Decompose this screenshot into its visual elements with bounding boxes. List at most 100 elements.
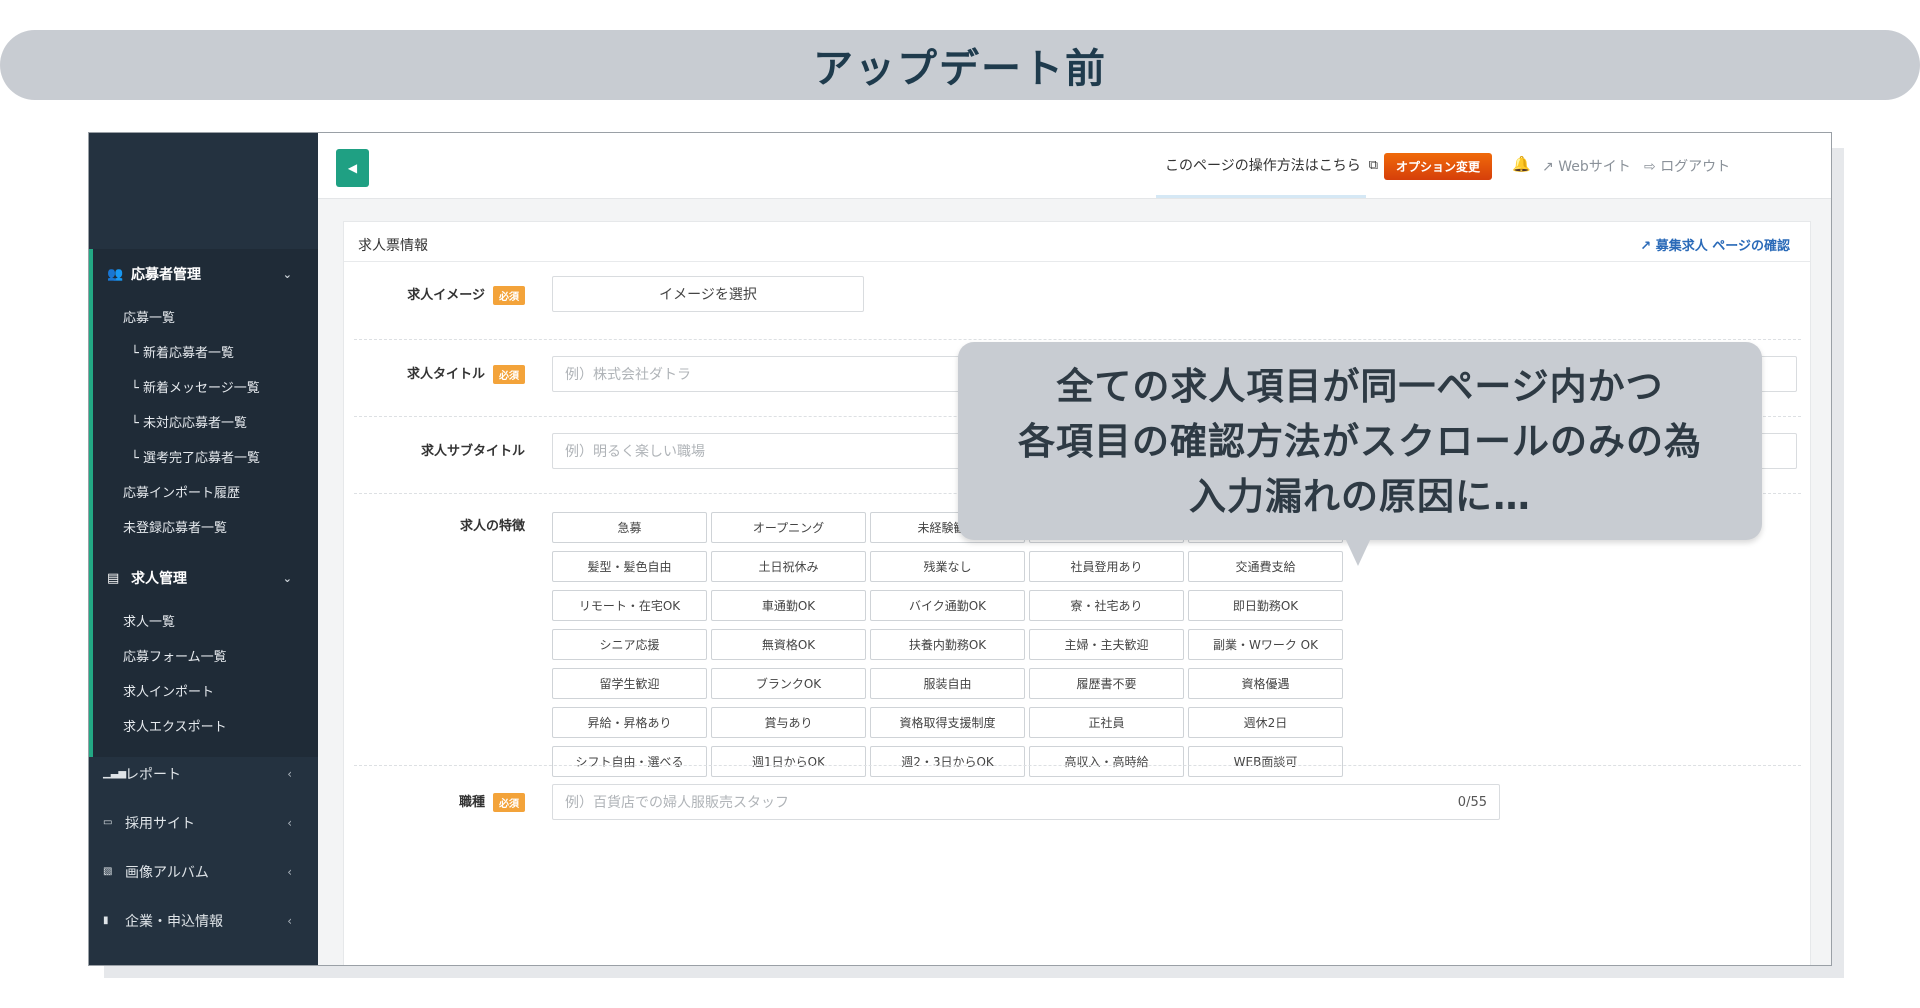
feature-tag[interactable]: 履歴書不要 [1029, 668, 1184, 699]
feature-tag[interactable]: 服装自由 [870, 668, 1025, 699]
chevron-left-icon: ‹ [287, 913, 292, 928]
sidebar-item-jobs[interactable]: ▤ 求人管理 ⌄ [93, 553, 318, 603]
feature-tag[interactable]: 副業・Wワーク OK [1188, 629, 1343, 660]
external-window-icon: ⧉ [1368, 157, 1379, 173]
sidebar-subitem[interactable]: 求人エクスポート [93, 708, 318, 743]
feature-tag[interactable]: 扶養内勤務OK [870, 629, 1025, 660]
users-icon: 👥 [107, 266, 124, 282]
feature-tag[interactable]: 交通費支給 [1188, 551, 1343, 582]
sidebar-section-jobs: ▤ 求人管理 ⌄ 求人一覧 応募フォーム一覧 求人インポート 求人エクスポート [89, 553, 318, 757]
external-link-icon: ↗ [1640, 239, 1652, 254]
feature-tag[interactable]: 資格取得支援制度 [870, 707, 1025, 738]
laptop-icon: ▭ [103, 817, 113, 828]
caret-left-icon: ◀ [347, 161, 358, 175]
feature-tag[interactable]: 残業なし [870, 551, 1025, 582]
job-type-input[interactable]: 例）百貨店での婦人服販売スタッフ 0/55 [552, 784, 1500, 820]
card-header: 求人票情報 ↗ 募集求人 ページの確認 [344, 222, 1810, 262]
chevron-down-icon: ⌄ [282, 267, 292, 281]
help-link-underline [1156, 195, 1366, 198]
required-badge: 必須 [493, 365, 525, 384]
feature-tag[interactable]: 昇給・昇格あり [552, 707, 707, 738]
image-field-label: 求人イメージ 必須 [407, 284, 525, 305]
external-link-icon: ↗ [1542, 159, 1554, 175]
sidebar-subitem[interactable]: 求人インポート [93, 673, 318, 708]
callout-bubble: 全ての求人項目が同一ページ内かつ 各項目の確認方法がスクロールのみの為 入力漏れ… [958, 342, 1762, 540]
divider [354, 765, 1801, 766]
feature-tag[interactable]: ブランクOK [711, 668, 866, 699]
feature-tag[interactable]: 正社員 [1029, 707, 1184, 738]
sidebar-item-collapsed[interactable]: ▁▃▅ レポート ‹ [89, 749, 318, 798]
sidebar-subitem[interactable]: └ 未対応応募者一覧 [93, 404, 318, 439]
callout-line: 各項目の確認方法がスクロールのみの為 [1018, 419, 1702, 463]
help-link[interactable]: このページの操作方法はこちら ⧉ [1165, 155, 1378, 175]
feature-tag[interactable]: 急募 [552, 512, 707, 543]
feature-tag[interactable]: 賞与あり [711, 707, 866, 738]
select-image-button[interactable]: イメージを選択 [552, 276, 864, 312]
job-info-card: 求人票情報 ↗ 募集求人 ページの確認 求人イメージ 必須 イメージを選択 求人タ… [343, 221, 1811, 965]
building-icon: ▮ [103, 915, 109, 926]
feature-tag-grid: 急募オープニング未経験歓迎学歴不問駅から5分以内髪型・髪色自由土日祝休み残業なし… [552, 512, 1352, 777]
feature-tag[interactable]: 社員登用あり [1029, 551, 1184, 582]
feature-tag[interactable]: WEB面談可 [1188, 746, 1343, 777]
sidebar-subitem[interactable]: └ 選考完了応募者一覧 [93, 439, 318, 474]
chevron-left-icon: ‹ [287, 864, 292, 879]
title-field-label: 求人タイトル 必須 [407, 363, 525, 384]
sidebar-subitem[interactable]: 応募インポート履歴 [93, 474, 318, 509]
sidebar-subitem[interactable]: 未登録応募者一覧 [93, 509, 318, 544]
sidebar-item-collapsed[interactable]: ▮ 企業・申込情報 ‹ [89, 896, 318, 945]
feature-tag[interactable]: シニア応援 [552, 629, 707, 660]
sidebar-subitem[interactable]: └ 新着メッセージ一覧 [93, 369, 318, 404]
sidebar-item-applicants[interactable]: 👥 応募者管理 ⌄ [93, 249, 318, 299]
feature-tag[interactable]: 土日祝休み [711, 551, 866, 582]
id-card-icon: ▤ [107, 570, 120, 586]
sidebar-subitem[interactable]: └ 新着応募者一覧 [93, 334, 318, 369]
image-icon: ▧ [103, 866, 113, 877]
logout-icon: ⇨ [1644, 159, 1656, 175]
confirm-page-link[interactable]: ↗ 募集求人 ページの確認 [1640, 235, 1790, 254]
callout-line: 入力漏れの原因に… [1189, 474, 1531, 518]
feature-tag[interactable]: バイク通勤OK [870, 590, 1025, 621]
option-change-button[interactable]: オプション変更 [1384, 153, 1492, 180]
subtitle-field-label: 求人サブタイトル [420, 444, 525, 459]
sidebar-item-collapsed[interactable]: ▧ 画像アルバム ‹ [89, 847, 318, 896]
sidebar-subitem[interactable]: 応募一覧 [93, 299, 318, 334]
divider [354, 339, 1801, 340]
feature-tag[interactable]: 無資格OK [711, 629, 866, 660]
logout-link[interactable]: ⇨ ログアウト [1644, 156, 1730, 176]
sidebar-collapsed-list: ▁▃▅ レポート ‹ ▭ 採用サイト ‹ ▧ 画像アルバム ‹ ▮ 企業・申込情報 ‹ [89, 749, 318, 945]
chevron-left-icon: ‹ [287, 815, 292, 830]
feature-tag[interactable]: 即日勤務OK [1188, 590, 1343, 621]
feature-tag[interactable]: 週休2日 [1188, 707, 1343, 738]
header-banner: アップデート前 [0, 30, 1920, 100]
feature-tag[interactable]: 週1日からOK [711, 746, 866, 777]
features-field-label: 求人の特徴 [459, 519, 525, 534]
top-bar: ◀ このページの操作方法はこちら ⧉ オプション変更 🔔 ↗ Webサイト ⇨ … [318, 133, 1831, 199]
callout-tail [1345, 538, 1371, 566]
sidebar-section-applicants: 👥 応募者管理 ⌄ 応募一覧 └ 新着応募者一覧 └ 新着メッセージ一覧 └ 未対応応… [89, 249, 318, 554]
feature-tag[interactable]: 資格優遇 [1188, 668, 1343, 699]
sidebar-toggle-button[interactable]: ◀ [336, 149, 369, 187]
chevron-down-icon: ⌄ [282, 571, 292, 585]
bar-chart-icon: ▁▃▅ [103, 768, 127, 779]
feature-tag[interactable]: リモート・在宅OK [552, 590, 707, 621]
sidebar-item-collapsed[interactable]: ▭ 採用サイト ‹ [89, 798, 318, 847]
feature-tag[interactable]: 車通勤OK [711, 590, 866, 621]
bell-icon[interactable]: 🔔 [1512, 155, 1531, 173]
feature-tag[interactable]: 留学生歓迎 [552, 668, 707, 699]
feature-tag[interactable]: 主婦・主夫歓迎 [1029, 629, 1184, 660]
sidebar-subitem[interactable]: 応募フォーム一覧 [93, 638, 318, 673]
feature-tag[interactable]: 寮・社宅あり [1029, 590, 1184, 621]
card-title: 求人票情報 [358, 238, 428, 254]
feature-tag[interactable]: 髪型・髪色自由 [552, 551, 707, 582]
feature-tag[interactable]: 週2・3日からOK [870, 746, 1025, 777]
required-badge: 必須 [493, 793, 525, 812]
website-link[interactable]: ↗ Webサイト [1542, 156, 1631, 176]
feature-tag[interactable]: 高収入・高時給 [1029, 746, 1184, 777]
job-type-field-label: 職種 必須 [459, 791, 525, 812]
sidebar: 👥 応募者管理 ⌄ 応募一覧 └ 新着応募者一覧 └ 新着メッセージ一覧 └ 未対応応… [89, 133, 318, 965]
required-badge: 必須 [493, 286, 525, 305]
feature-tag[interactable]: シフト自由・選べる [552, 746, 707, 777]
char-counter: 0/55 [1457, 795, 1487, 810]
feature-tag[interactable]: オープニング [711, 512, 866, 543]
sidebar-subitem[interactable]: 求人一覧 [93, 603, 318, 638]
